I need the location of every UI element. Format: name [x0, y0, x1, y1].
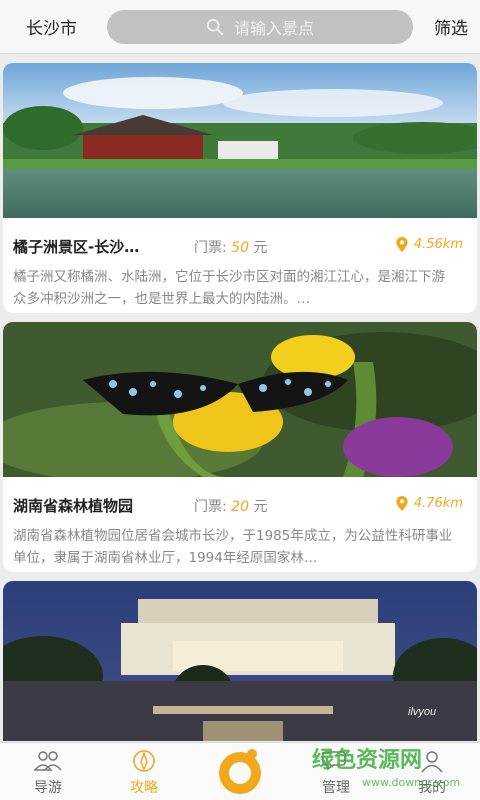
search-placeholder: 请输入景点 [233, 19, 314, 38]
spot-description: 橘子洲又称橘洲、水陆洲，它位于长沙市区对面的湘江江心，是湘江下游 众多冲积沙洲之… [13, 269, 445, 307]
filter-button[interactable]: 筛选 [434, 14, 468, 39]
nav-guide-label: 导游 [34, 780, 62, 796]
spot-description: 湖南省森林植物园位居省会城市长沙，于1985年成立，为公益性科研事业单位，隶属于… [13, 528, 453, 566]
spot-title[interactable]: 橘子洲景区-长沙… [13, 236, 173, 257]
ticket-label: 门票: [194, 499, 227, 515]
distance: 4.76km [396, 496, 463, 511]
watermark: 绿色资源网 [312, 748, 423, 773]
spot-card[interactable]: 橘子洲景区-长沙… 门票: 50 元 4.56km 橘子洲又称橘洲、水陆洲，它位… [3, 63, 477, 313]
location-pin-icon [396, 496, 408, 511]
ticket-price: 门票: 50 元 [194, 237, 267, 257]
ticket-label: 门票: [194, 240, 227, 256]
spot-photo: ilvyou [3, 581, 477, 741]
spot-title[interactable]: 湖南省森林植物园 [13, 495, 173, 516]
price-value: 50 [231, 240, 249, 256]
watermark-url: www.downcc.com [362, 776, 461, 789]
search-icon [206, 18, 224, 36]
spot-card[interactable]: ilvyou [3, 581, 477, 741]
person-icon [421, 751, 443, 773]
spot-card[interactable]: 湖南省森林植物园 门票: 20 元 4.76km 湖南省森林植物园位居省会城市长… [3, 322, 477, 572]
search-input[interactable]: 请输入景点 [107, 10, 413, 44]
location-pin-icon [396, 237, 408, 252]
people-icon [34, 751, 62, 771]
nav-strategy-label: 攻略 [130, 780, 158, 796]
spot-photo [3, 322, 477, 477]
distance: 4.56km [396, 237, 463, 252]
spot-list[interactable]: 橘子洲景区-长沙… 门票: 50 元 4.56km 橘子洲又称橘洲、水陆洲，它位… [0, 55, 480, 741]
price-unit: 元 [253, 499, 268, 515]
nav-guide[interactable]: 导游 [0, 743, 96, 800]
ticket-price: 门票: 20 元 [194, 496, 267, 516]
nav-center[interactable] [192, 743, 288, 800]
photo-caption: ilvyou [408, 706, 436, 718]
nav-strategy[interactable]: 攻略 [96, 743, 192, 800]
spot-photo [3, 63, 477, 218]
distance-value: 4.76km [413, 496, 463, 511]
top-bar: 长沙市 请输入景点 筛选 [0, 0, 480, 54]
compass-icon [133, 750, 155, 772]
distance-value: 4.56km [413, 237, 463, 252]
city-selector[interactable]: 长沙市 [26, 14, 77, 39]
price-value: 20 [231, 499, 249, 515]
center-logo-icon [219, 749, 261, 794]
price-unit: 元 [253, 240, 268, 256]
